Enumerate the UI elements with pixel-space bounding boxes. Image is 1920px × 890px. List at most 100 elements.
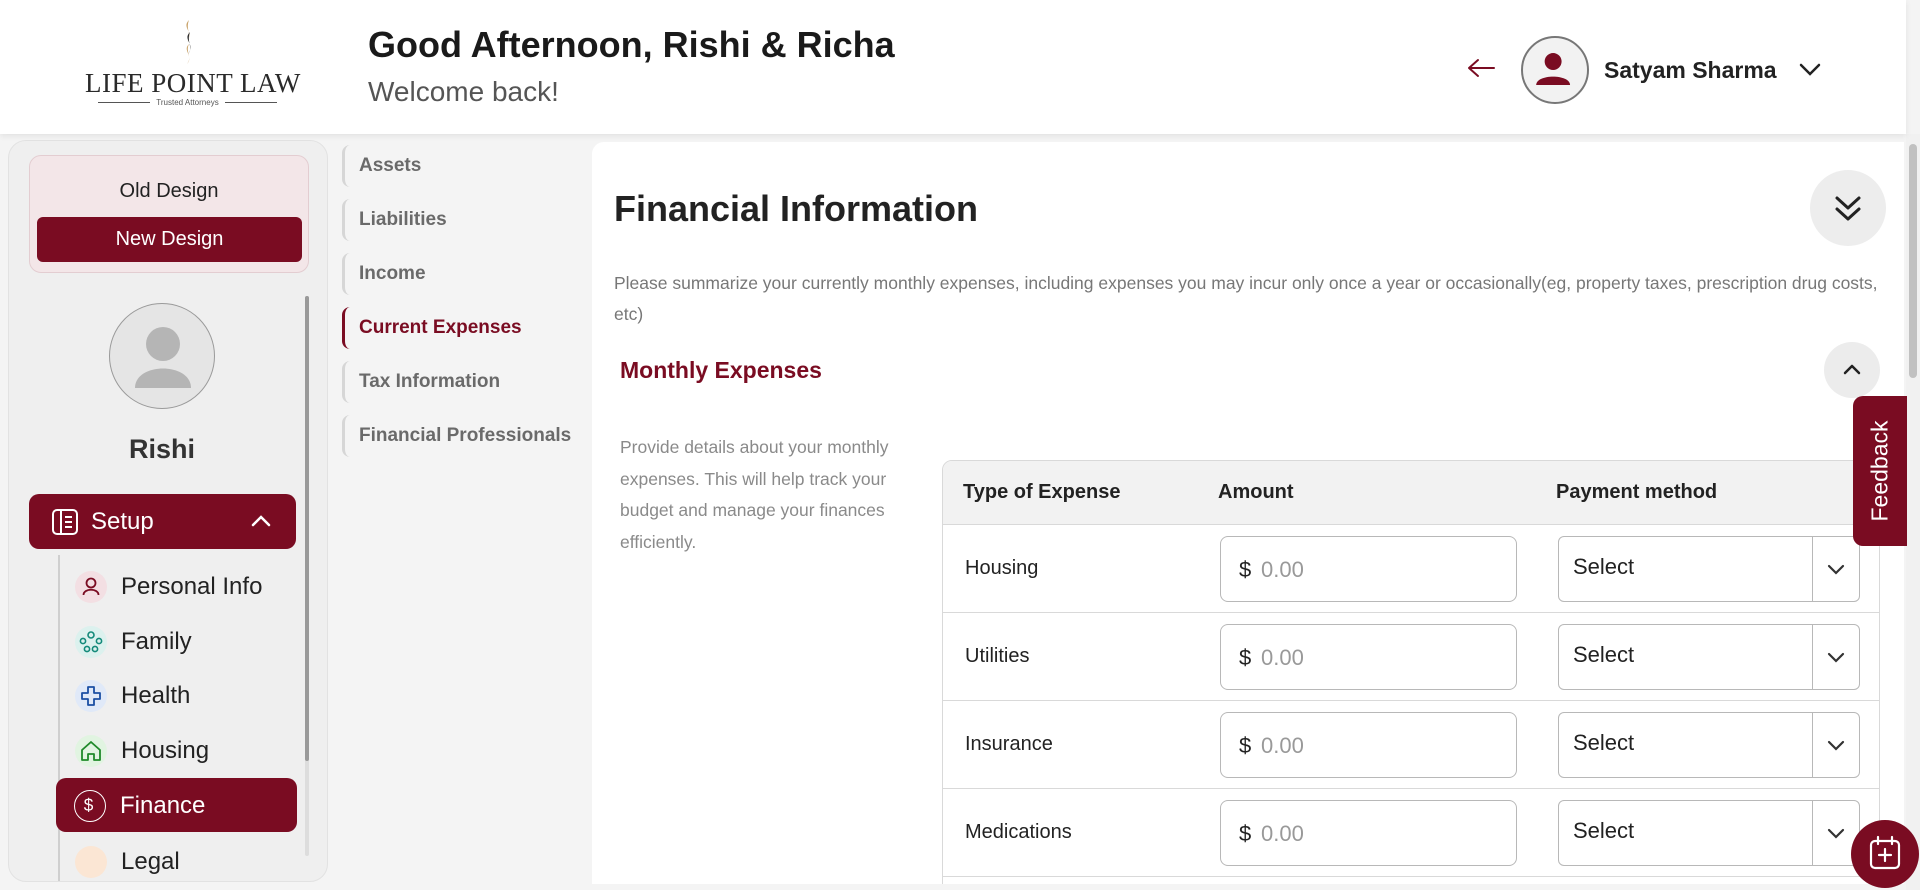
amount-input[interactable]: $ 0.00	[1220, 536, 1517, 602]
collapse-all-button[interactable]	[1810, 170, 1886, 246]
column-header-payment: Payment method	[1556, 481, 1718, 503]
page-title: Financial Information	[614, 188, 979, 229]
chevron-down-icon	[1827, 828, 1845, 839]
page-scrollbar-thumb[interactable]	[1909, 144, 1917, 378]
amount-placeholder: 0.00	[1261, 557, 1304, 582]
amount-placeholder: 0.00	[1261, 733, 1304, 758]
chevron-down-icon[interactable]	[1798, 60, 1822, 78]
amount-input[interactable]: $ 0.00	[1220, 800, 1517, 866]
sidebar-scrollbar-thumb[interactable]	[305, 296, 309, 761]
subnav-financial-professionals[interactable]: Financial Professionals	[342, 415, 571, 457]
sidebar-item-label: Legal	[121, 848, 180, 875]
expense-type: Utilities	[965, 645, 1030, 667]
select-value: Select	[1573, 818, 1635, 843]
feedback-label: Feedback	[1866, 420, 1893, 522]
sidebar-item-label: Health	[121, 682, 191, 709]
select-value: Select	[1573, 642, 1635, 667]
chevron-down-icon	[1827, 740, 1845, 751]
old-design-button[interactable]: Old Design	[30, 180, 308, 203]
section-collapse-button[interactable]	[1824, 342, 1880, 398]
sidebar-item-family[interactable]: Family	[57, 614, 297, 668]
person-placeholder-icon	[135, 327, 191, 388]
subnav-current-expenses[interactable]: Current Expenses	[342, 307, 522, 349]
section-description: Provide details about your monthly expen…	[620, 437, 889, 552]
subnav-liabilities[interactable]: Liabilities	[342, 199, 447, 241]
sidebar-item-label: Housing	[121, 737, 210, 764]
legal-icon	[75, 846, 107, 878]
company-logo[interactable]: LIFE POINT LAW Trusted Attorneys	[85, 18, 301, 110]
design-switcher: Old Design New Design	[29, 155, 309, 273]
feedback-tab[interactable]: Feedback	[1853, 396, 1907, 546]
table-row: Medications $ 0.00 Select	[943, 789, 1879, 877]
subnav-income[interactable]: Income	[342, 253, 426, 295]
expense-type: Insurance	[965, 733, 1053, 755]
select-value: Select	[1573, 730, 1635, 755]
subnav-tax-information[interactable]: Tax Information	[342, 361, 500, 403]
payment-method-select[interactable]: Select	[1558, 624, 1860, 690]
calendar-add-button[interactable]	[1851, 820, 1919, 888]
profile-avatar[interactable]	[109, 303, 215, 409]
health-cross-icon	[75, 680, 107, 712]
amount-input[interactable]: $ 0.00	[1220, 624, 1517, 690]
chevron-up-icon	[251, 515, 271, 527]
dollar-icon: $	[74, 790, 106, 822]
column-header-amount: Amount	[1218, 481, 1294, 503]
user-avatar[interactable]	[1521, 36, 1589, 104]
currency-symbol: $	[1239, 645, 1252, 670]
amount-placeholder: 0.00	[1261, 821, 1304, 846]
arrow-left-icon[interactable]	[1466, 55, 1496, 81]
greeting-heading: Good Afternoon, Rishi & Richa	[368, 24, 895, 65]
chevron-down-icon	[1827, 564, 1845, 575]
table-row: Housing $ 0.00 Select	[943, 525, 1879, 613]
welcome-text: Welcome back!	[368, 76, 559, 107]
flame-logo-icon	[186, 20, 191, 64]
section-title: Monthly Expenses	[620, 357, 822, 383]
amount-input[interactable]: $ 0.00	[1220, 712, 1517, 778]
calendar-plus-icon	[1869, 835, 1901, 870]
house-icon	[75, 735, 107, 767]
intro-text: Please summarize your currently monthly …	[614, 273, 1878, 324]
sidebar-item-label: Family	[121, 628, 192, 655]
chevron-up-icon	[1843, 364, 1861, 375]
sidebar-item-label: Personal Info	[121, 573, 263, 600]
payment-method-select[interactable]: Select	[1558, 536, 1860, 602]
top-header: LIFE POINT LAW Trusted Attorneys Good Af…	[0, 0, 1906, 134]
currency-symbol: $	[1239, 733, 1252, 758]
payment-method-select[interactable]: Select	[1558, 712, 1860, 778]
double-chevron-down-icon	[1835, 196, 1861, 221]
currency-symbol: $	[1239, 557, 1252, 582]
amount-placeholder: 0.00	[1261, 645, 1304, 670]
person-icon	[75, 571, 107, 603]
user-name[interactable]: Satyam Sharma	[1604, 57, 1777, 84]
currency-symbol: $	[1239, 821, 1252, 846]
subnav-assets[interactable]: Assets	[342, 145, 421, 187]
left-sidebar: Old Design New Design Rishi Setup Person…	[8, 140, 328, 882]
sidebar-item-housing[interactable]: Housing	[57, 723, 297, 777]
setup-label: Setup	[91, 508, 154, 535]
main-content: Financial Information Please summarize y…	[592, 142, 1904, 884]
select-value: Select	[1573, 554, 1635, 579]
expense-type: Medications	[965, 821, 1072, 843]
payment-method-select[interactable]: Select	[1558, 800, 1860, 866]
new-design-button[interactable]: New Design	[37, 217, 302, 262]
expenses-table: Type of Expense Amount Payment method Ho…	[942, 460, 1880, 884]
setup-book-icon	[52, 509, 78, 535]
family-icon	[75, 626, 107, 658]
sidebar-item-legal[interactable]: Legal	[57, 834, 297, 881]
user-avatar-icon	[1536, 53, 1571, 86]
sidebar-item-health[interactable]: Health	[57, 668, 297, 722]
setup-menu-toggle[interactable]: Setup	[29, 494, 296, 549]
table-row: Utilities $ 0.00 Select	[943, 613, 1879, 701]
sidebar-item-finance[interactable]: $ Finance	[56, 778, 297, 832]
table-header: Type of Expense Amount Payment method	[943, 461, 1879, 525]
finance-subnav: Assets Liabilities Income Current Expens…	[336, 140, 590, 882]
logo-text: LIFE POINT LAW	[85, 68, 301, 98]
expense-type: Housing	[965, 557, 1039, 579]
sidebar-item-label: Finance	[120, 792, 206, 819]
sidebar-item-personal-info[interactable]: Personal Info	[57, 559, 297, 613]
chevron-down-icon	[1827, 652, 1845, 663]
column-header-type: Type of Expense	[963, 481, 1121, 503]
logo-tagline: Trusted Attorneys	[85, 98, 290, 107]
table-row: Insurance $ 0.00 Select	[943, 701, 1879, 789]
profile-name: Rishi	[128, 434, 195, 464]
